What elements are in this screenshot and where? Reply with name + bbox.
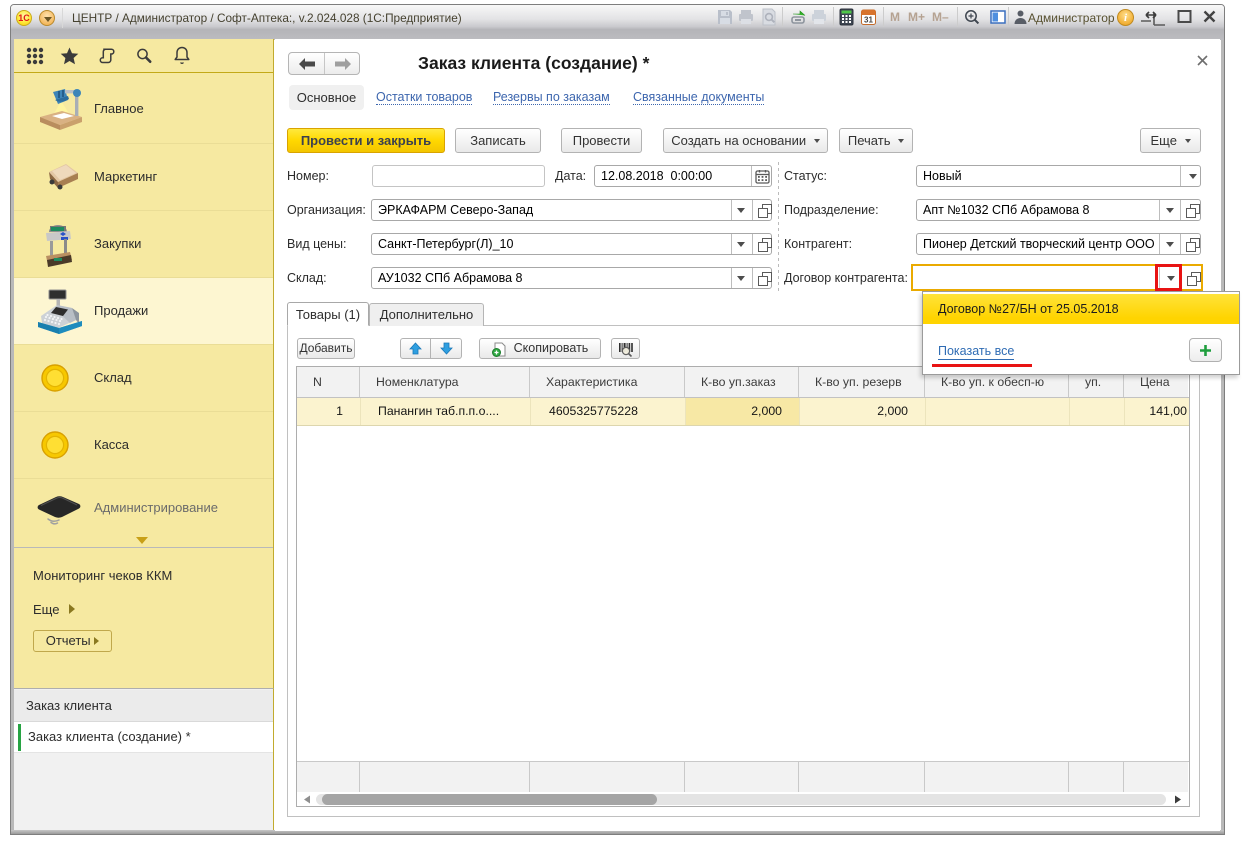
svg-text:31: 31 [864, 16, 873, 25]
